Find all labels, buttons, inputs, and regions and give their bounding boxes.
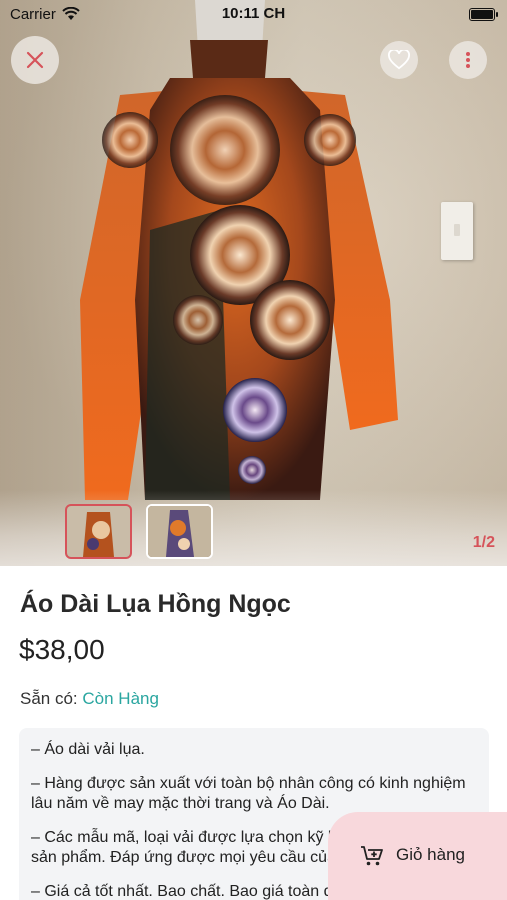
favorite-button[interactable] <box>380 41 418 79</box>
product-title: Áo Dài Lụa Hồng Ngọc <box>20 590 291 618</box>
close-button[interactable] <box>11 36 59 84</box>
stock-value: Còn Hàng <box>82 689 159 708</box>
description-line: – Hàng được sản xuất với toàn bộ nhân cô… <box>31 775 466 812</box>
thumbnail-1[interactable] <box>65 504 132 559</box>
product-image-viewer[interactable] <box>0 0 507 566</box>
stock-label: Sẵn có: <box>20 689 78 708</box>
more-options-button[interactable] <box>449 41 487 79</box>
thumbnail-strip <box>65 504 213 559</box>
status-bar: Carrier 10:11 CH <box>0 0 507 28</box>
more-vertical-icon <box>466 52 470 68</box>
battery-icon <box>469 7 498 21</box>
product-price: $38,00 <box>19 634 105 665</box>
status-left: Carrier <box>10 6 80 23</box>
close-icon <box>26 51 44 69</box>
status-time: 10:11 CH <box>221 5 286 22</box>
page-indicator: 1/2 <box>472 534 495 551</box>
add-to-cart-button[interactable]: Giỏ hàng <box>328 812 507 900</box>
cart-button-label: Giỏ hàng <box>396 845 465 864</box>
stock-status: Sẵn có: Còn Hàng <box>20 689 159 709</box>
description-line: – Áo dài vải lụa. <box>31 741 145 758</box>
cart-add-icon <box>361 846 383 866</box>
wifi-icon <box>62 7 80 20</box>
heart-icon <box>388 50 410 70</box>
carrier-label: Carrier <box>10 5 56 23</box>
thumbnail-2[interactable] <box>146 504 213 559</box>
product-photo <box>80 0 398 500</box>
